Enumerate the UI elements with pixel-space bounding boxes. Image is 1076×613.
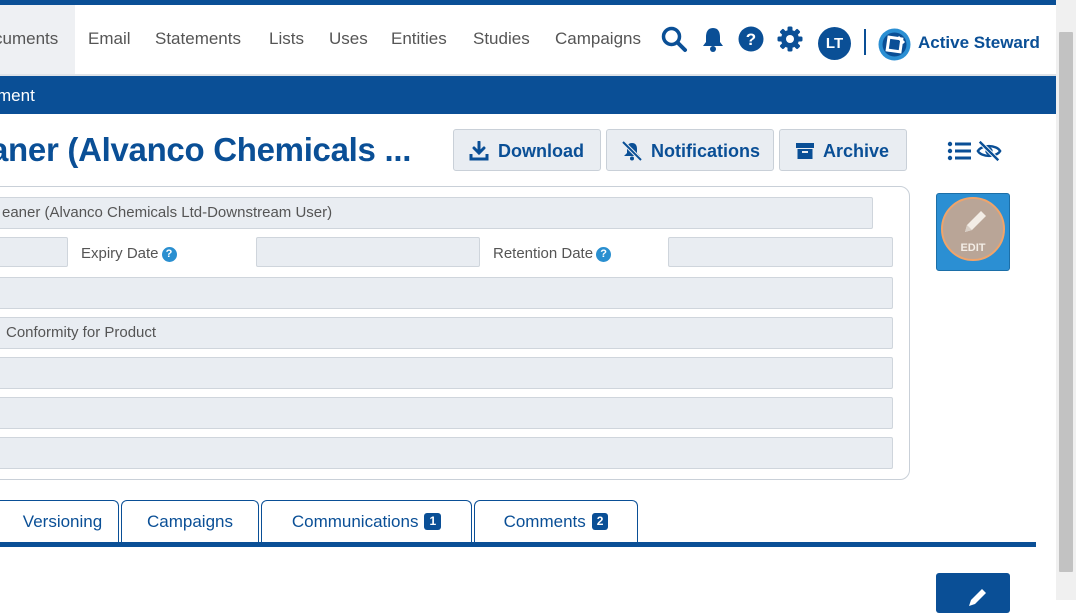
- nav-item-studies[interactable]: Studies: [473, 5, 530, 74]
- nav-divider: [864, 29, 866, 55]
- archive-label: Archive: [823, 141, 890, 161]
- expiry-date-text: Expiry Date: [81, 245, 159, 262]
- breadcrumb-bar: ment: [0, 76, 1056, 114]
- avatar[interactable]: LT: [818, 27, 851, 60]
- nav-label: cuments: [0, 29, 59, 48]
- description-field[interactable]: [0, 277, 893, 309]
- expiry-date-label: Expiry Date?: [81, 245, 177, 262]
- pencil-icon: [969, 589, 986, 606]
- retention-date-text: Retention Date: [493, 245, 594, 262]
- count-badge: 2: [591, 513, 609, 530]
- tab-underline: [0, 542, 1036, 547]
- svg-text:?: ?: [746, 30, 756, 49]
- count-badge: 1: [424, 513, 442, 530]
- download-button[interactable]: Download: [453, 129, 601, 171]
- nav-item-entities[interactable]: Entities: [391, 5, 447, 74]
- download-label: Download: [498, 141, 584, 161]
- tab-comments[interactable]: Comments 2: [474, 500, 638, 543]
- list-icon[interactable]: [947, 139, 973, 163]
- bell-icon[interactable]: [699, 25, 727, 53]
- nav-item-statements[interactable]: Statements: [155, 5, 241, 74]
- gear-icon[interactable]: [776, 25, 804, 53]
- tab-label: Comments: [503, 512, 586, 531]
- issue-date-field[interactable]: [0, 237, 68, 267]
- nav-item-lists[interactable]: Lists: [269, 5, 304, 74]
- form-field[interactable]: [0, 437, 893, 469]
- notifications-label: Notifications: [651, 141, 761, 161]
- edit-section-button[interactable]: [936, 573, 1010, 613]
- tab-communications[interactable]: Communications 1: [261, 500, 472, 543]
- document-type-value: Conformity for Product: [6, 324, 157, 341]
- help-icon[interactable]: ?: [596, 247, 612, 262]
- nav-item-campaigns[interactable]: Campaigns: [555, 5, 641, 74]
- retention-date-label: Retention Date?: [493, 245, 612, 262]
- page-title: aner (Alvanco Chemicals ...: [0, 131, 412, 168]
- pencil-icon: [965, 211, 986, 232]
- form-field[interactable]: [0, 357, 893, 389]
- tab-label: Campaigns: [147, 512, 233, 531]
- tab-campaigns[interactable]: Campaigns: [121, 500, 259, 543]
- archive-button[interactable]: Archive: [779, 129, 907, 171]
- notifications-button[interactable]: Notifications: [606, 129, 774, 171]
- active-steward-logo: [878, 28, 911, 61]
- breadcrumb: ment: [0, 86, 35, 105]
- tab-versioning[interactable]: Versioning: [0, 500, 119, 543]
- document-name-field[interactable]: eaner (Alvanco Chemicals Ltd-Downstream …: [0, 197, 873, 229]
- archive-icon: [796, 143, 814, 159]
- document-details-card: eaner (Alvanco Chemicals Ltd-Downstream …: [0, 186, 910, 480]
- scrollbar-thumb[interactable]: [1059, 32, 1073, 572]
- nav-item-uses[interactable]: Uses: [329, 5, 368, 74]
- eye-slash-icon[interactable]: [976, 139, 1002, 163]
- nav-item-email[interactable]: Email: [88, 5, 131, 74]
- edit-button[interactable]: EDIT: [936, 193, 1010, 271]
- document-type-field[interactable]: Conformity for Product: [0, 317, 893, 349]
- nav-item-documents[interactable]: cuments: [0, 5, 75, 74]
- document-name-value: eaner (Alvanco Chemicals Ltd-Downstream …: [2, 204, 333, 221]
- help-icon[interactable]: ?: [737, 25, 765, 53]
- tab-label: Versioning: [22, 512, 103, 531]
- retention-date-field[interactable]: [668, 237, 893, 267]
- tab-label: Communications: [291, 512, 419, 531]
- expiry-date-field[interactable]: [256, 237, 480, 267]
- download-icon: [469, 141, 489, 161]
- help-icon[interactable]: ?: [161, 247, 177, 262]
- search-icon[interactable]: [660, 25, 688, 53]
- edit-label: EDIT: [960, 242, 986, 254]
- brand-name: Active Steward: [918, 33, 1040, 52]
- bell-slash-icon: [621, 141, 643, 161]
- form-field[interactable]: [0, 397, 893, 429]
- top-navbar: cuments Email Statements Lists Uses Enti…: [0, 5, 1056, 76]
